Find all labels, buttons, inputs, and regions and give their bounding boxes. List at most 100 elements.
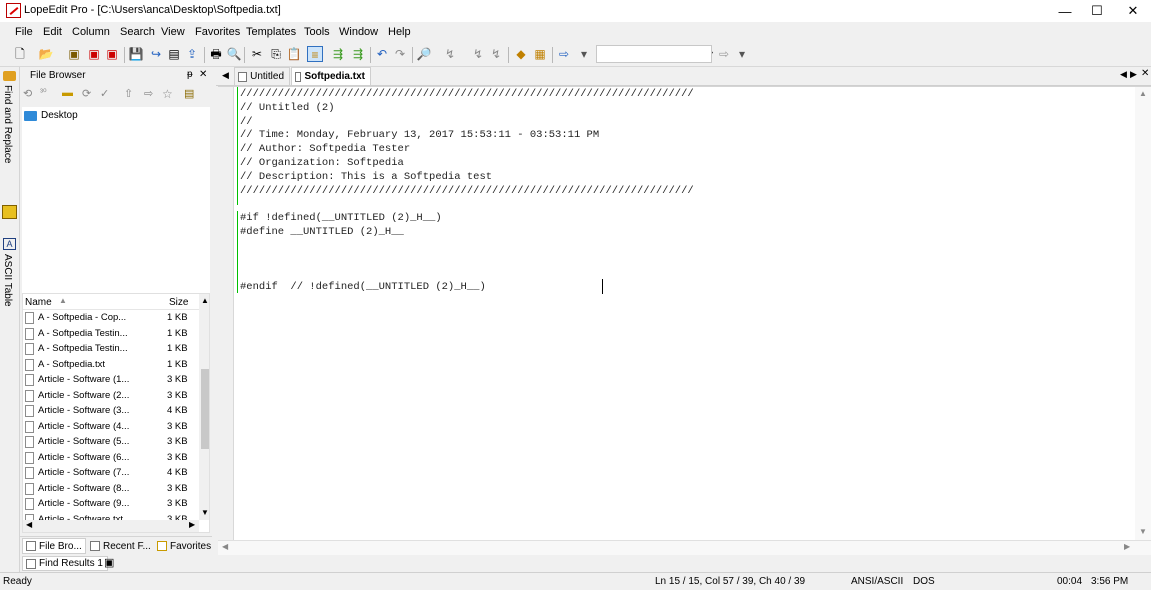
close-button[interactable]: ✕ <box>1116 0 1150 22</box>
toolbar-options-icon-2[interactable]: ▾ <box>734 46 750 62</box>
outdent-icon[interactable]: ⇶ <box>350 46 366 62</box>
file-list-row[interactable]: Article - Software (9... 3 KB <box>23 497 199 512</box>
file-list-row[interactable]: Article - Software (7... 4 KB <box>23 466 199 481</box>
folder-icon[interactable]: ▬ <box>62 87 73 99</box>
editor-scroll-down-icon[interactable]: ▼ <box>1139 527 1147 536</box>
file-list-hscrollbar[interactable]: ◀ ▶ <box>23 520 199 532</box>
find-icon[interactable]: 🔎 <box>416 46 432 62</box>
file-size: 1 KB <box>167 327 188 339</box>
menu-search[interactable]: Search <box>120 26 155 38</box>
close-document-icon[interactable]: ✕ <box>1141 68 1149 79</box>
toolbar-combo-box[interactable] <box>596 45 712 63</box>
file-list-row[interactable]: A - Softpedia - Cop... 1 KB <box>23 311 199 326</box>
file-list-scroll-thumb[interactable] <box>201 369 209 449</box>
open-file-icon[interactable]: 📂 <box>38 46 54 62</box>
bookmarks-list-icon[interactable]: ▦ <box>532 46 548 62</box>
tab-find-results[interactable]: Find Results 1 <box>22 556 108 571</box>
file-list-row[interactable]: Article - Software (6... 3 KB <box>23 451 199 466</box>
word-wrap-icon[interactable]: ≡ <box>307 46 323 62</box>
redo-icon[interactable]: ↷ <box>392 46 408 62</box>
go-folder-icon[interactable]: ⇨ <box>144 87 153 100</box>
back-icon[interactable]: ⟲ <box>23 87 32 100</box>
tree-item-desktop[interactable]: Desktop <box>24 110 78 121</box>
undo-icon[interactable]: ↶ <box>374 46 390 62</box>
tab-file-browser[interactable]: File Bro... <box>22 538 86 554</box>
pin-icon[interactable]: ᵽ <box>187 69 193 80</box>
tab-untitled[interactable]: Untitled <box>234 67 290 85</box>
menu-tools[interactable]: Tools <box>304 26 330 38</box>
refresh-icon[interactable]: ⟳ <box>82 87 91 100</box>
find-results-window-icon[interactable]: ▣ <box>104 556 114 569</box>
file-list-scrollbar[interactable]: ▲ ▼ <box>199 294 209 520</box>
print-preview-icon[interactable]: 🔍 <box>226 46 242 62</box>
print-icon[interactable]: 🖶 <box>208 46 224 62</box>
menu-window[interactable]: Window <box>339 26 378 38</box>
menu-column[interactable]: Column <box>72 26 110 38</box>
close-all-icon[interactable]: ▣ <box>104 46 120 62</box>
minimize-button[interactable]: — <box>1048 0 1082 22</box>
scroll-left-icon[interactable]: ◀ <box>26 520 32 529</box>
scroll-down-icon[interactable]: ▼ <box>201 508 209 517</box>
file-list-row[interactable]: Article - Software (2... 3 KB <box>23 389 199 404</box>
file-list-row[interactable]: A - Softpedia.txt 1 KB <box>23 358 199 373</box>
find-results-bar: Find Results 1 ▣ <box>20 555 1151 572</box>
tab-scroll-left-icon[interactable]: ◀ <box>222 70 229 81</box>
cut-icon[interactable]: ✂ <box>249 46 265 62</box>
file-list-row[interactable]: Article - Software (4... 3 KB <box>23 420 199 435</box>
scroll-right-icon[interactable]: ▶ <box>189 520 195 529</box>
column-size[interactable]: Size <box>169 297 188 308</box>
close-file-icon[interactable]: ▣ <box>86 46 102 62</box>
go-icon[interactable]: ⇨ <box>716 46 732 62</box>
properties-icon[interactable]: ▤ <box>184 87 194 100</box>
filter-icon[interactable]: ✓ <box>100 87 109 100</box>
up-folder-icon[interactable]: ⇧ <box>124 87 133 100</box>
menu-help[interactable]: Help <box>388 26 411 38</box>
save-as-icon[interactable]: ↪ <box>148 46 164 62</box>
menu-view[interactable]: View <box>161 26 185 38</box>
tab-list-left-icon[interactable]: ◀ <box>1120 69 1127 80</box>
editor-area[interactable]: ////////////////////////////////////////… <box>218 86 1151 541</box>
favorite-star-icon[interactable]: ☆ <box>162 87 173 101</box>
tab-recent-files[interactable]: Recent F... <box>87 538 153 554</box>
ascii-table-tab[interactable]: ASCII Table <box>2 254 13 307</box>
toolbar-options-icon[interactable]: ▾ <box>576 46 592 62</box>
copy-icon[interactable]: ⎘ <box>268 46 284 62</box>
paste-icon[interactable]: 📋 <box>286 46 302 62</box>
file-list-row[interactable]: Article - Software (5... 3 KB <box>23 435 199 450</box>
find-and-replace-tab[interactable]: Find and Replace <box>2 85 13 163</box>
new-file-icon[interactable]: 🗋 <box>12 46 28 62</box>
file-list-row[interactable]: Article - Software (1... 3 KB <box>23 373 199 388</box>
file-list-row[interactable]: Article - Software (8... 3 KB <box>23 482 199 497</box>
save-icon[interactable]: 💾 <box>128 46 144 62</box>
panel-close-icon[interactable]: ✕ <box>199 69 207 80</box>
indent-icon[interactable]: ⇶ <box>330 46 346 62</box>
editor-horizontal-scrollbar[interactable]: ◀ ▶ <box>218 540 1151 555</box>
replace-icon[interactable]: ↯ <box>488 46 504 62</box>
open-folder-icon[interactable]: ▣ <box>66 46 82 62</box>
editor-scroll-right-icon[interactable]: ▶ <box>1124 542 1130 551</box>
save-all-icon[interactable]: ▤ <box>166 46 182 62</box>
file-list-row[interactable]: A - Softpedia Testin... 1 KB <box>23 327 199 342</box>
run-tool-icon[interactable]: ⇨ <box>556 46 572 62</box>
editor-scroll-left-icon[interactable]: ◀ <box>222 542 228 551</box>
tab-softpedia-txt[interactable]: Softpedia.txt <box>291 67 371 85</box>
find-previous-icon[interactable]: ↯ <box>470 46 486 62</box>
menu-edit[interactable]: Edit <box>43 26 62 38</box>
file-list-row[interactable]: A - Softpedia Testin... 1 KB <box>23 342 199 357</box>
menu-file[interactable]: File <box>15 26 33 38</box>
bookmark-icon[interactable]: ◆ <box>513 46 529 62</box>
maximize-button[interactable]: ☐ <box>1080 0 1114 22</box>
menu-templates[interactable]: Templates <box>246 26 296 38</box>
clip-icon[interactable] <box>2 205 17 219</box>
menu-favorites[interactable]: Favorites <box>195 26 240 38</box>
file-list-row[interactable]: Article - Software (3... 4 KB <box>23 404 199 419</box>
find-next-icon[interactable]: ↯ <box>442 46 458 62</box>
scroll-up-icon[interactable]: ▲ <box>201 296 209 305</box>
tab-favorites[interactable]: Favorites <box>154 538 212 554</box>
editor-vertical-scrollbar[interactable]: ▲ ▼ <box>1135 87 1151 541</box>
tab-list-right-icon[interactable]: ▶ <box>1130 69 1137 80</box>
editor-scroll-up-icon[interactable]: ▲ <box>1139 89 1147 98</box>
history-icon[interactable]: ³⁰ <box>40 87 47 98</box>
upload-icon[interactable]: ⇪ <box>184 46 200 62</box>
column-name[interactable]: Name <box>25 297 52 308</box>
